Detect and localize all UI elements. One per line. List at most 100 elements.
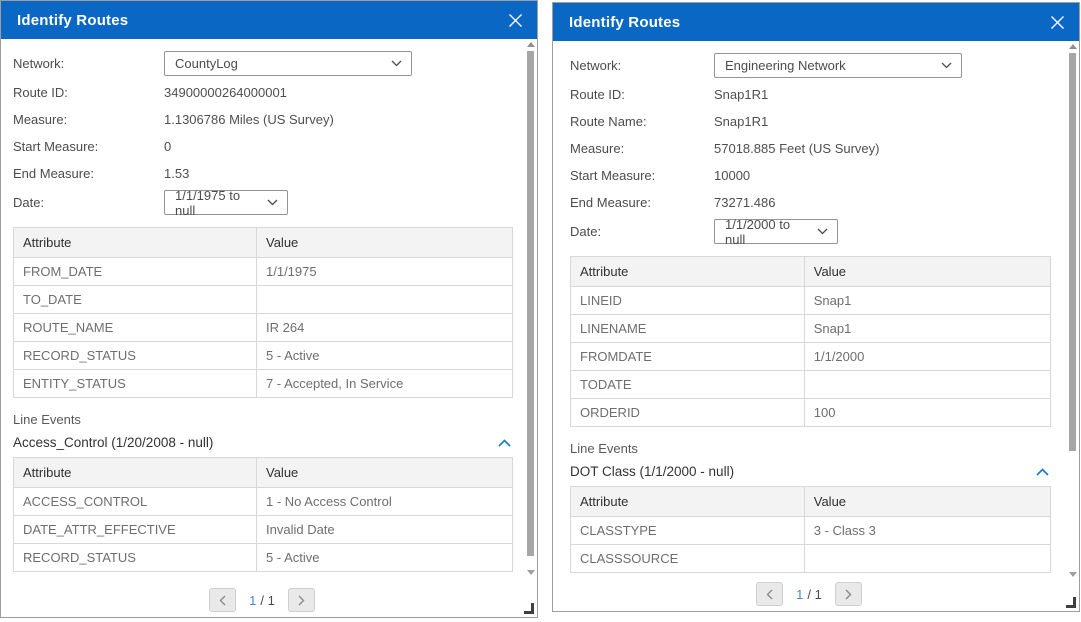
chevron-up-icon[interactable]	[1034, 466, 1051, 478]
line-events-label: Line Events	[570, 441, 1051, 456]
route-name-value: Snap1R1	[714, 114, 768, 129]
table-row: ENTITY_STATUS7 - Accepted, In Service	[14, 370, 513, 398]
table-row: LINEIDSnap1	[571, 287, 1051, 315]
start-measure-label: Start Measure:	[570, 168, 714, 183]
measure-label: Measure:	[570, 141, 714, 156]
current-page: 1	[249, 593, 256, 608]
line-events-table: Attribute Value CLASSTYPE3 - Class 3 CLA…	[570, 486, 1051, 573]
identify-routes-panel-right: Identify Routes Network: Engineering Net…	[552, 2, 1080, 612]
vertical-scrollbar[interactable]	[1068, 43, 1077, 607]
scroll-up-icon[interactable]	[1069, 44, 1077, 49]
end-measure-label: End Measure:	[13, 166, 164, 181]
line-events-group-title: DOT Class (1/1/2000 - null)	[570, 464, 734, 479]
route-id-value: 34900000264000001	[164, 85, 287, 100]
route-id-field: Route ID: Snap1R1	[570, 81, 1051, 108]
line-events-table: Attribute Value ACCESS_CONTROL1 - No Acc…	[13, 457, 513, 572]
scroll-down-icon[interactable]	[527, 570, 535, 575]
date-field: Date: 1/1/2000 to null	[570, 216, 1051, 247]
route-id-value: Snap1R1	[714, 87, 768, 102]
network-label: Network:	[13, 56, 164, 71]
start-measure-field: Start Measure: 0	[13, 133, 513, 160]
route-attribute-table: Attribute Value LINEIDSnap1 LINENAMESnap…	[570, 256, 1051, 427]
line-events-group-row: DOT Class (1/1/2000 - null)	[570, 464, 1051, 479]
table-row: ACCESS_CONTROL1 - No Access Control	[14, 488, 513, 516]
table-row: ORDERID100	[571, 399, 1051, 427]
attribute-header: Attribute	[14, 458, 257, 488]
value-header: Value	[804, 487, 1050, 517]
date-select[interactable]: 1/1/1975 to null	[164, 190, 288, 215]
scrollbar-thumb[interactable]	[527, 51, 534, 556]
end-measure-value: 73271.486	[714, 195, 775, 210]
route-attribute-table: Attribute Value FROM_DATE1/1/1975 TO_DAT…	[13, 227, 513, 398]
table-row: CLASSTYPE3 - Class 3	[571, 517, 1051, 545]
attribute-header: Attribute	[571, 487, 805, 517]
table-row: RECORD_STATUS5 - Active	[14, 342, 513, 370]
table-header-row: Attribute Value	[571, 257, 1051, 287]
prev-page-button[interactable]	[209, 588, 236, 612]
date-select-value: 1/1/1975 to null	[175, 188, 261, 218]
attribute-header: Attribute	[14, 228, 257, 258]
measure-value: 57018.885 Feet (US Survey)	[714, 141, 879, 156]
total-pages: / 1	[260, 593, 274, 608]
network-select[interactable]: Engineering Network	[714, 53, 962, 78]
chevron-right-icon	[298, 595, 305, 606]
measure-label: Measure:	[13, 112, 164, 127]
route-id-field: Route ID: 34900000264000001	[13, 79, 513, 106]
prev-page-button[interactable]	[756, 582, 783, 606]
network-label: Network:	[570, 58, 714, 73]
start-measure-value: 10000	[714, 168, 750, 183]
route-id-label: Route ID:	[13, 85, 164, 100]
table-header-row: Attribute Value	[571, 487, 1051, 517]
end-measure-value: 1.53	[164, 166, 189, 181]
resize-handle-icon[interactable]	[1066, 597, 1076, 608]
current-page: 1	[796, 587, 803, 602]
line-events-label: Line Events	[13, 412, 513, 427]
panel-title: Identify Routes	[17, 12, 128, 29]
chevron-left-icon	[766, 589, 773, 600]
table-row: LINENAMESnap1	[571, 315, 1051, 343]
route-name-label: Route Name:	[570, 114, 714, 129]
measure-field: Measure: 1.1306786 Miles (US Survey)	[13, 106, 513, 133]
close-icon[interactable]	[1048, 13, 1066, 31]
panel-header: Identify Routes	[553, 3, 1079, 41]
start-measure-value: 0	[164, 139, 171, 154]
date-select[interactable]: 1/1/2000 to null	[714, 219, 838, 244]
table-header-row: Attribute Value	[14, 458, 513, 488]
line-events-group-row: Access_Control (1/20/2008 - null)	[13, 435, 513, 450]
table-row: ROUTE_NAMEIR 264	[14, 314, 513, 342]
network-select[interactable]: CountyLog	[164, 51, 412, 76]
value-header: Value	[804, 257, 1050, 287]
line-events-group-title: Access_Control (1/20/2008 - null)	[13, 435, 213, 450]
chevron-left-icon	[219, 595, 226, 606]
chevron-down-icon	[267, 199, 278, 206]
date-label: Date:	[570, 224, 714, 239]
network-select-value: Engineering Network	[725, 58, 846, 73]
table-row: RECORD_STATUS5 - Active	[14, 544, 513, 572]
panel-title: Identify Routes	[569, 14, 680, 31]
total-pages: / 1	[807, 587, 821, 602]
table-row: TODATE	[571, 371, 1051, 399]
close-icon[interactable]	[506, 11, 524, 29]
attribute-header: Attribute	[571, 257, 805, 287]
measure-value: 1.1306786 Miles (US Survey)	[164, 112, 334, 127]
measure-field: Measure: 57018.885 Feet (US Survey)	[570, 135, 1051, 162]
next-page-button[interactable]	[288, 588, 315, 612]
panel-body: Network: CountyLog Route ID: 34900000264…	[1, 39, 523, 617]
chevron-up-icon[interactable]	[496, 437, 513, 449]
vertical-scrollbar[interactable]	[526, 41, 535, 613]
end-measure-label: End Measure:	[570, 195, 714, 210]
value-header: Value	[257, 228, 513, 258]
network-field: Network: Engineering Network	[570, 50, 1051, 81]
panel-body: Network: Engineering Network Route ID: S…	[553, 41, 1065, 611]
start-measure-field: Start Measure: 10000	[570, 162, 1051, 189]
scroll-up-icon[interactable]	[527, 42, 535, 47]
route-id-label: Route ID:	[570, 87, 714, 102]
resize-handle-icon[interactable]	[524, 603, 534, 614]
end-measure-field: End Measure: 73271.486	[570, 189, 1051, 216]
panel-header: Identify Routes	[1, 1, 537, 39]
date-field: Date: 1/1/1975 to null	[13, 187, 513, 218]
next-page-button[interactable]	[835, 582, 862, 606]
scroll-down-icon[interactable]	[1069, 572, 1077, 577]
identify-routes-panel-left: Identify Routes Network: CountyLog Route…	[0, 0, 538, 618]
scrollbar-thumb[interactable]	[1069, 53, 1076, 451]
